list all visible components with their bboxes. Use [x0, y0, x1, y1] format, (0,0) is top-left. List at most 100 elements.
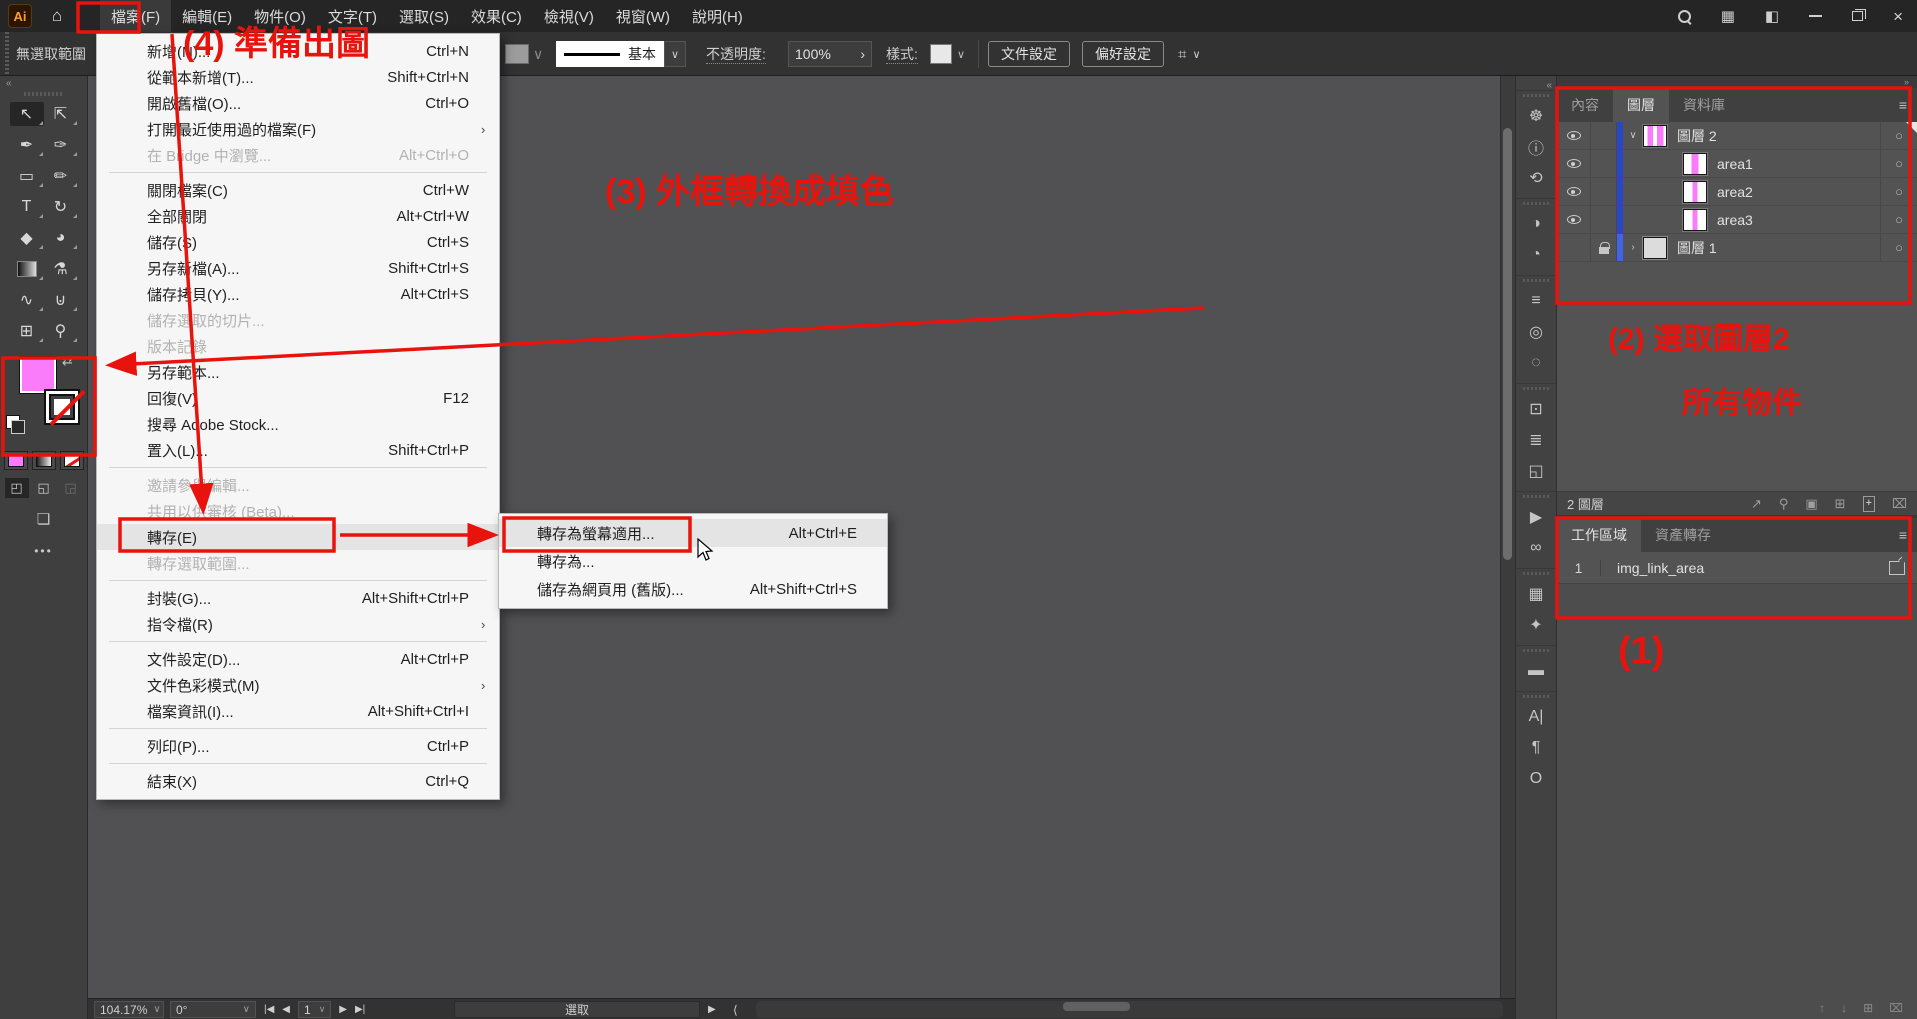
- file-menu-item[interactable]: 關閉檔案(C)Ctrl+W: [97, 177, 499, 203]
- character-icon[interactable]: A|: [1516, 701, 1556, 732]
- move-up-icon[interactable]: ↑: [1819, 1001, 1825, 1015]
- menubar-item[interactable]: 選取(S): [388, 0, 460, 32]
- file-menu-item[interactable]: 置入(L)...Shift+Ctrl+P: [97, 437, 499, 463]
- file-menu-item[interactable]: 轉存(E)›: [97, 524, 499, 550]
- shaper-tool[interactable]: ◕: [44, 226, 78, 250]
- transform-icon[interactable]: ⊡: [1516, 393, 1556, 424]
- vertical-scrollbar[interactable]: [1500, 76, 1515, 998]
- delete-artboard-icon[interactable]: ⌧: [1889, 1001, 1903, 1015]
- layers-tab-內容[interactable]: 內容: [1557, 88, 1613, 122]
- lock-toggle[interactable]: [1591, 150, 1617, 177]
- file-menu-item[interactable]: 從範本新增(T)...Shift+Ctrl+N: [97, 64, 499, 90]
- export-menu-item[interactable]: 轉存為螢幕適用...Alt+Ctrl+E: [499, 519, 887, 547]
- artboards-grid-icon[interactable]: ▦: [1516, 578, 1556, 609]
- links-icon[interactable]: ∞: [1516, 532, 1556, 563]
- lock-toggle[interactable]: [1591, 234, 1617, 261]
- file-menu-item[interactable]: 全部關閉Alt+Ctrl+W: [97, 203, 499, 229]
- close-button[interactable]: ×: [1893, 8, 1903, 25]
- direct-selection-tool[interactable]: ⇱: [44, 102, 78, 126]
- new-sublayer-icon[interactable]: ⊞: [1835, 496, 1846, 512]
- dock-expand-icon[interactable]: «: [1546, 80, 1552, 90]
- last-artboard-button[interactable]: ▶|: [355, 1004, 365, 1015]
- color-palette-icon[interactable]: ◑: [1516, 208, 1556, 239]
- shape-builder-tool[interactable]: ⊍: [44, 288, 78, 312]
- next-artboard-button[interactable]: ▶: [339, 1004, 347, 1015]
- selection-dashed-icon[interactable]: ◌: [1516, 347, 1556, 378]
- layer-expand-icon[interactable]: ∨: [1623, 130, 1643, 141]
- file-menu-item[interactable]: 另存範本...: [97, 359, 499, 385]
- lock-toggle[interactable]: [1591, 178, 1617, 205]
- layer-expand-icon[interactable]: ›: [1623, 242, 1643, 253]
- menubar-item[interactable]: 文字(T): [317, 0, 388, 32]
- none-button[interactable]: [60, 451, 84, 470]
- zoom-tool[interactable]: ⚲: [44, 319, 78, 343]
- horizontal-scrollbar[interactable]: [756, 1001, 1503, 1018]
- gradient-button[interactable]: [32, 451, 56, 470]
- locate-object-icon[interactable]: ⚲: [1779, 496, 1789, 512]
- layer-name[interactable]: area1: [1717, 156, 1753, 172]
- panel-menu-icon[interactable]: ≡: [1899, 527, 1907, 543]
- stroke-style-dropdown[interactable]: 基本 ∨: [556, 32, 686, 76]
- rotate-tool[interactable]: ↻: [44, 195, 78, 219]
- file-menu-item[interactable]: 儲存拷貝(Y)...Alt+Ctrl+S: [97, 281, 499, 307]
- fill-color-swatch[interactable]: [20, 357, 56, 393]
- menubar-item[interactable]: 編輯(E): [171, 0, 243, 32]
- type-tool[interactable]: T: [10, 195, 44, 219]
- file-menu-item[interactable]: 開啟舊檔(O)...Ctrl+O: [97, 90, 499, 116]
- curvature-tool[interactable]: ✑: [44, 133, 78, 157]
- delete-layer-icon[interactable]: ⌧: [1892, 496, 1907, 512]
- document-setup-button[interactable]: 文件設定: [988, 41, 1070, 67]
- panel-toggle-icon[interactable]: ◧: [1765, 7, 1779, 25]
- actions-icon[interactable]: ▶: [1516, 501, 1556, 532]
- select-similar-dropdown[interactable]: ⌗∨: [1178, 32, 1201, 76]
- pathfinder-icon[interactable]: ◱: [1516, 455, 1556, 486]
- gradient-tool[interactable]: [10, 257, 44, 281]
- minimize-button[interactable]: [1809, 15, 1822, 17]
- menubar-item[interactable]: 視窗(W): [605, 0, 681, 32]
- layer-name[interactable]: 圖層 1: [1677, 238, 1717, 258]
- home-icon[interactable]: ⌂: [42, 6, 72, 26]
- opacity-label[interactable]: 不透明度:: [706, 44, 766, 64]
- visibility-toggle[interactable]: [1557, 234, 1591, 261]
- restore-button[interactable]: [1852, 11, 1863, 21]
- eraser-tool[interactable]: ◆: [10, 226, 44, 250]
- menubar-item[interactable]: 檢視(V): [533, 0, 605, 32]
- stroke-icon[interactable]: ≡: [1516, 285, 1556, 316]
- file-menu-item[interactable]: 打開最近使用過的檔案(F)›: [97, 116, 499, 142]
- color-guide-fan-icon[interactable]: ◔: [1516, 239, 1556, 270]
- export-menu-item[interactable]: 儲存為網頁用 (舊版)...Alt+Shift+Ctrl+S: [499, 575, 887, 603]
- color-guide-wheel-icon[interactable]: ☸: [1516, 100, 1556, 131]
- visibility-toggle[interactable]: [1557, 150, 1591, 177]
- layer-row[interactable]: ∨圖層 2○: [1557, 122, 1917, 150]
- file-menu-item[interactable]: 版本記錄: [97, 333, 499, 359]
- scroll-left-icon[interactable]: ⟨: [733, 1001, 738, 1018]
- preferences-button[interactable]: 偏好設定: [1082, 41, 1164, 67]
- layer-name[interactable]: area2: [1717, 184, 1753, 200]
- layer-thumbnail[interactable]: [1643, 237, 1667, 259]
- layer-target-icon[interactable]: ○: [1880, 206, 1903, 233]
- menubar-item[interactable]: 說明(H): [681, 0, 754, 32]
- paragraph-icon[interactable]: ¶: [1516, 732, 1556, 763]
- artboard-page-icon[interactable]: [1889, 561, 1905, 575]
- file-menu-item[interactable]: 新增(N)...Ctrl+N: [97, 38, 499, 64]
- file-menu-item[interactable]: 文件色彩模式(M)›: [97, 672, 499, 698]
- file-menu-item[interactable]: 文件設定(D)...Alt+Ctrl+P: [97, 646, 499, 672]
- opacity-input[interactable]: 100%›: [788, 41, 872, 67]
- lock-toggle[interactable]: [1591, 122, 1617, 149]
- layer-row[interactable]: area2 ○: [1557, 178, 1917, 206]
- menubar-item[interactable]: 效果(C): [460, 0, 533, 32]
- file-menu-item[interactable]: 共用以供審核 (Beta)...: [97, 498, 499, 524]
- search-icon[interactable]: [1678, 10, 1691, 23]
- paintbrush-tool[interactable]: ✏: [44, 164, 78, 188]
- layer-target-icon[interactable]: ○: [1880, 178, 1903, 205]
- layer-thumbnail[interactable]: [1683, 181, 1707, 203]
- artboards-tab-資產轉存[interactable]: 資產轉存: [1641, 518, 1725, 552]
- vertical-scrollbar-thumb[interactable]: [1503, 128, 1512, 560]
- history-icon[interactable]: ⟲: [1516, 162, 1556, 193]
- layer-name[interactable]: 圖層 2: [1677, 126, 1717, 146]
- visibility-toggle[interactable]: [1557, 122, 1591, 149]
- menubar-item[interactable]: 物件(O): [243, 0, 317, 32]
- horizontal-scrollbar-thumb[interactable]: [1063, 1002, 1130, 1011]
- fill-dropdown[interactable]: ∨: [505, 32, 543, 76]
- panel-menu-icon[interactable]: ≡: [1899, 97, 1907, 113]
